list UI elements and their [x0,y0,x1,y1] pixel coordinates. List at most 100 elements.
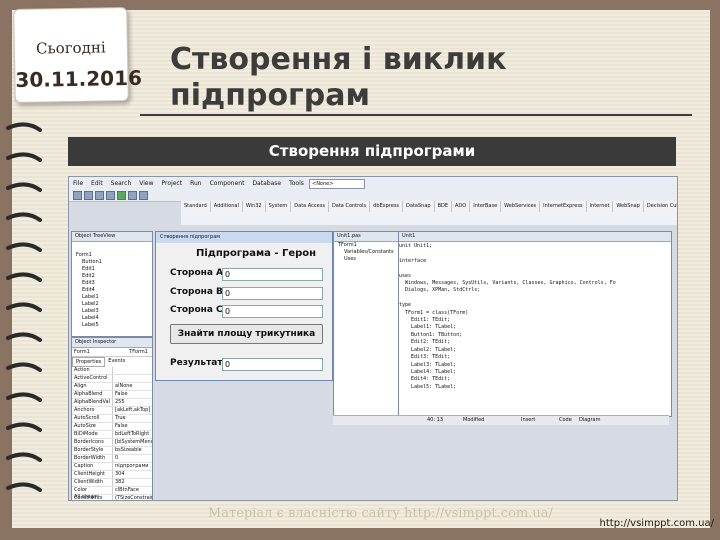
menu-file[interactable]: File [69,177,87,191]
palette-tab[interactable]: DataSnap [403,201,435,212]
property-value[interactable] [112,367,152,374]
palette-tab[interactable]: dbExpress [370,201,404,212]
property-value[interactable]: 255 [112,399,152,406]
menu-search[interactable]: Search [107,177,136,191]
palette-tab[interactable]: Standard [181,201,211,212]
edit-side-a[interactable]: 0 [222,268,323,281]
property-value[interactable]: alNone [112,383,152,390]
tab-diagram[interactable]: Diagram [579,416,600,425]
property-row[interactable]: AutoSize False [72,423,152,431]
menu-project[interactable]: Project [158,177,187,191]
property-value[interactable]: 0 [112,455,152,462]
explorer-items: TForm1 Variables/Constants Uses [334,242,398,263]
run-icon[interactable] [117,191,126,200]
label-result: Результат [170,358,223,368]
property-row[interactable]: Action [72,367,152,375]
property-row[interactable]: Caption підпрограми [72,463,152,471]
palette-tab[interactable]: BDE [435,201,453,212]
tree-item[interactable]: Label1 [72,294,152,301]
property-row[interactable]: AlphaBlendVal 255 [72,399,152,407]
edit-side-c[interactable]: 0 [222,305,323,318]
explorer-item[interactable]: Variables/Constants [334,249,398,256]
property-value[interactable]: підпрограми [112,463,152,470]
edit-side-b[interactable]: 0 [222,287,323,300]
property-row[interactable]: ClientWidth 382 [72,479,152,487]
tree-item[interactable]: Button1 [72,259,152,266]
property-row[interactable]: BiDiMode bdLeftToRight [72,431,152,439]
palette-tab[interactable]: WebSnap [613,201,644,212]
menu-component[interactable]: Component [206,177,249,191]
property-row[interactable]: AutoScroll True [72,415,152,423]
property-value[interactable] [112,375,152,382]
tab-code[interactable]: Code [559,416,572,425]
editor-tab[interactable]: Unit1 [399,232,671,242]
menu-database[interactable]: Database [248,177,285,191]
property-value[interactable]: clBtnFace [112,487,152,494]
menu-view[interactable]: View [135,177,157,191]
menu-edit[interactable]: Edit [87,177,107,191]
palette-tab[interactable]: ADO [452,201,471,212]
tab-properties[interactable]: Properties [72,357,106,367]
property-row[interactable]: BorderWidth 0 [72,455,152,463]
inspector-title: Object Inspector [72,338,152,348]
property-row[interactable]: BorderStyle bsSizeable [72,447,152,455]
find-area-button[interactable]: Знайти площу трикутника [170,324,323,344]
property-value[interactable]: True [112,415,152,422]
property-value[interactable]: False [112,423,152,430]
modified-flag: Modified [463,417,485,423]
site-url[interactable]: http://vsimppt.com.ua/ [600,518,714,529]
edit-result[interactable]: 0 [222,358,323,371]
property-value[interactable]: bdLeftToRight [112,431,152,438]
property-value[interactable]: False [112,391,152,398]
property-row[interactable]: Anchors [akLeft,akTop] [72,407,152,415]
layout-combo[interactable]: <None> [309,179,365,189]
property-row[interactable]: Align alNone [72,383,152,391]
property-row[interactable]: BorderIcons [biSystemMenu, [72,439,152,447]
property-value[interactable]: (TSizeConstrain [112,495,152,500]
palette-tab[interactable]: Win32 [243,201,266,212]
inspector-tabs: Properties Events [72,357,152,367]
tree-item[interactable]: Label4 [72,315,152,322]
open-icon[interactable] [84,191,93,200]
palette-tab[interactable]: Decision Cube [644,201,677,212]
property-value[interactable]: bsSizeable [112,447,152,454]
property-value[interactable]: [biSystemMenu, [112,439,152,446]
palette-tab[interactable]: Additional [211,201,243,212]
property-row[interactable]: ActiveControl [72,375,152,383]
tree-item[interactable]: Edit1 [72,266,152,273]
palette-tab[interactable]: WebServices [501,201,541,212]
tree-item[interactable]: Edit4 [72,287,152,294]
tree-item[interactable]: Form1 [72,252,152,259]
title-line-1: Створення і виклик [170,42,507,77]
palette-tab[interactable]: Data Access [291,201,329,212]
tree-item[interactable]: Label5 [72,322,152,329]
pause-icon[interactable] [128,191,137,200]
inspector-object-row: Form1 TForm1 [72,348,152,357]
palette-tab[interactable]: System [266,201,292,212]
property-row[interactable]: AlphaBlend False [72,391,152,399]
property-value[interactable]: [akLeft,akTop] [112,407,152,414]
property-name: ActiveControl [74,375,108,381]
new-icon[interactable] [73,191,82,200]
menu-run[interactable]: Run [186,177,206,191]
palette-tab[interactable]: InternetExpress [540,201,587,212]
property-value[interactable]: 382 [112,479,152,486]
code-text[interactable]: unit Unit1; interface uses Windows, Mess… [399,243,669,423]
property-value[interactable]: 304 [112,471,152,478]
tree-item[interactable]: Edit3 [72,280,152,287]
inspector-object[interactable]: Form1 [72,348,129,356]
save-icon[interactable] [95,191,104,200]
explorer-item[interactable]: TForm1 [334,242,398,249]
palette-tab[interactable]: Internet [587,201,614,212]
palette-tab[interactable]: InterBase [470,201,502,212]
palette-tab[interactable]: Data Controls [329,201,371,212]
menu-tools[interactable]: Tools [285,177,308,191]
tree-item[interactable]: Label3 [72,308,152,315]
explorer-item[interactable]: Uses [334,256,398,263]
tree-item[interactable]: Label2 [72,301,152,308]
save-all-icon[interactable] [106,191,115,200]
tab-events[interactable]: Events [105,357,128,367]
property-row[interactable]: ClientHeight 304 [72,471,152,479]
step-icon[interactable] [139,191,148,200]
tree-item[interactable]: Edit2 [72,273,152,280]
